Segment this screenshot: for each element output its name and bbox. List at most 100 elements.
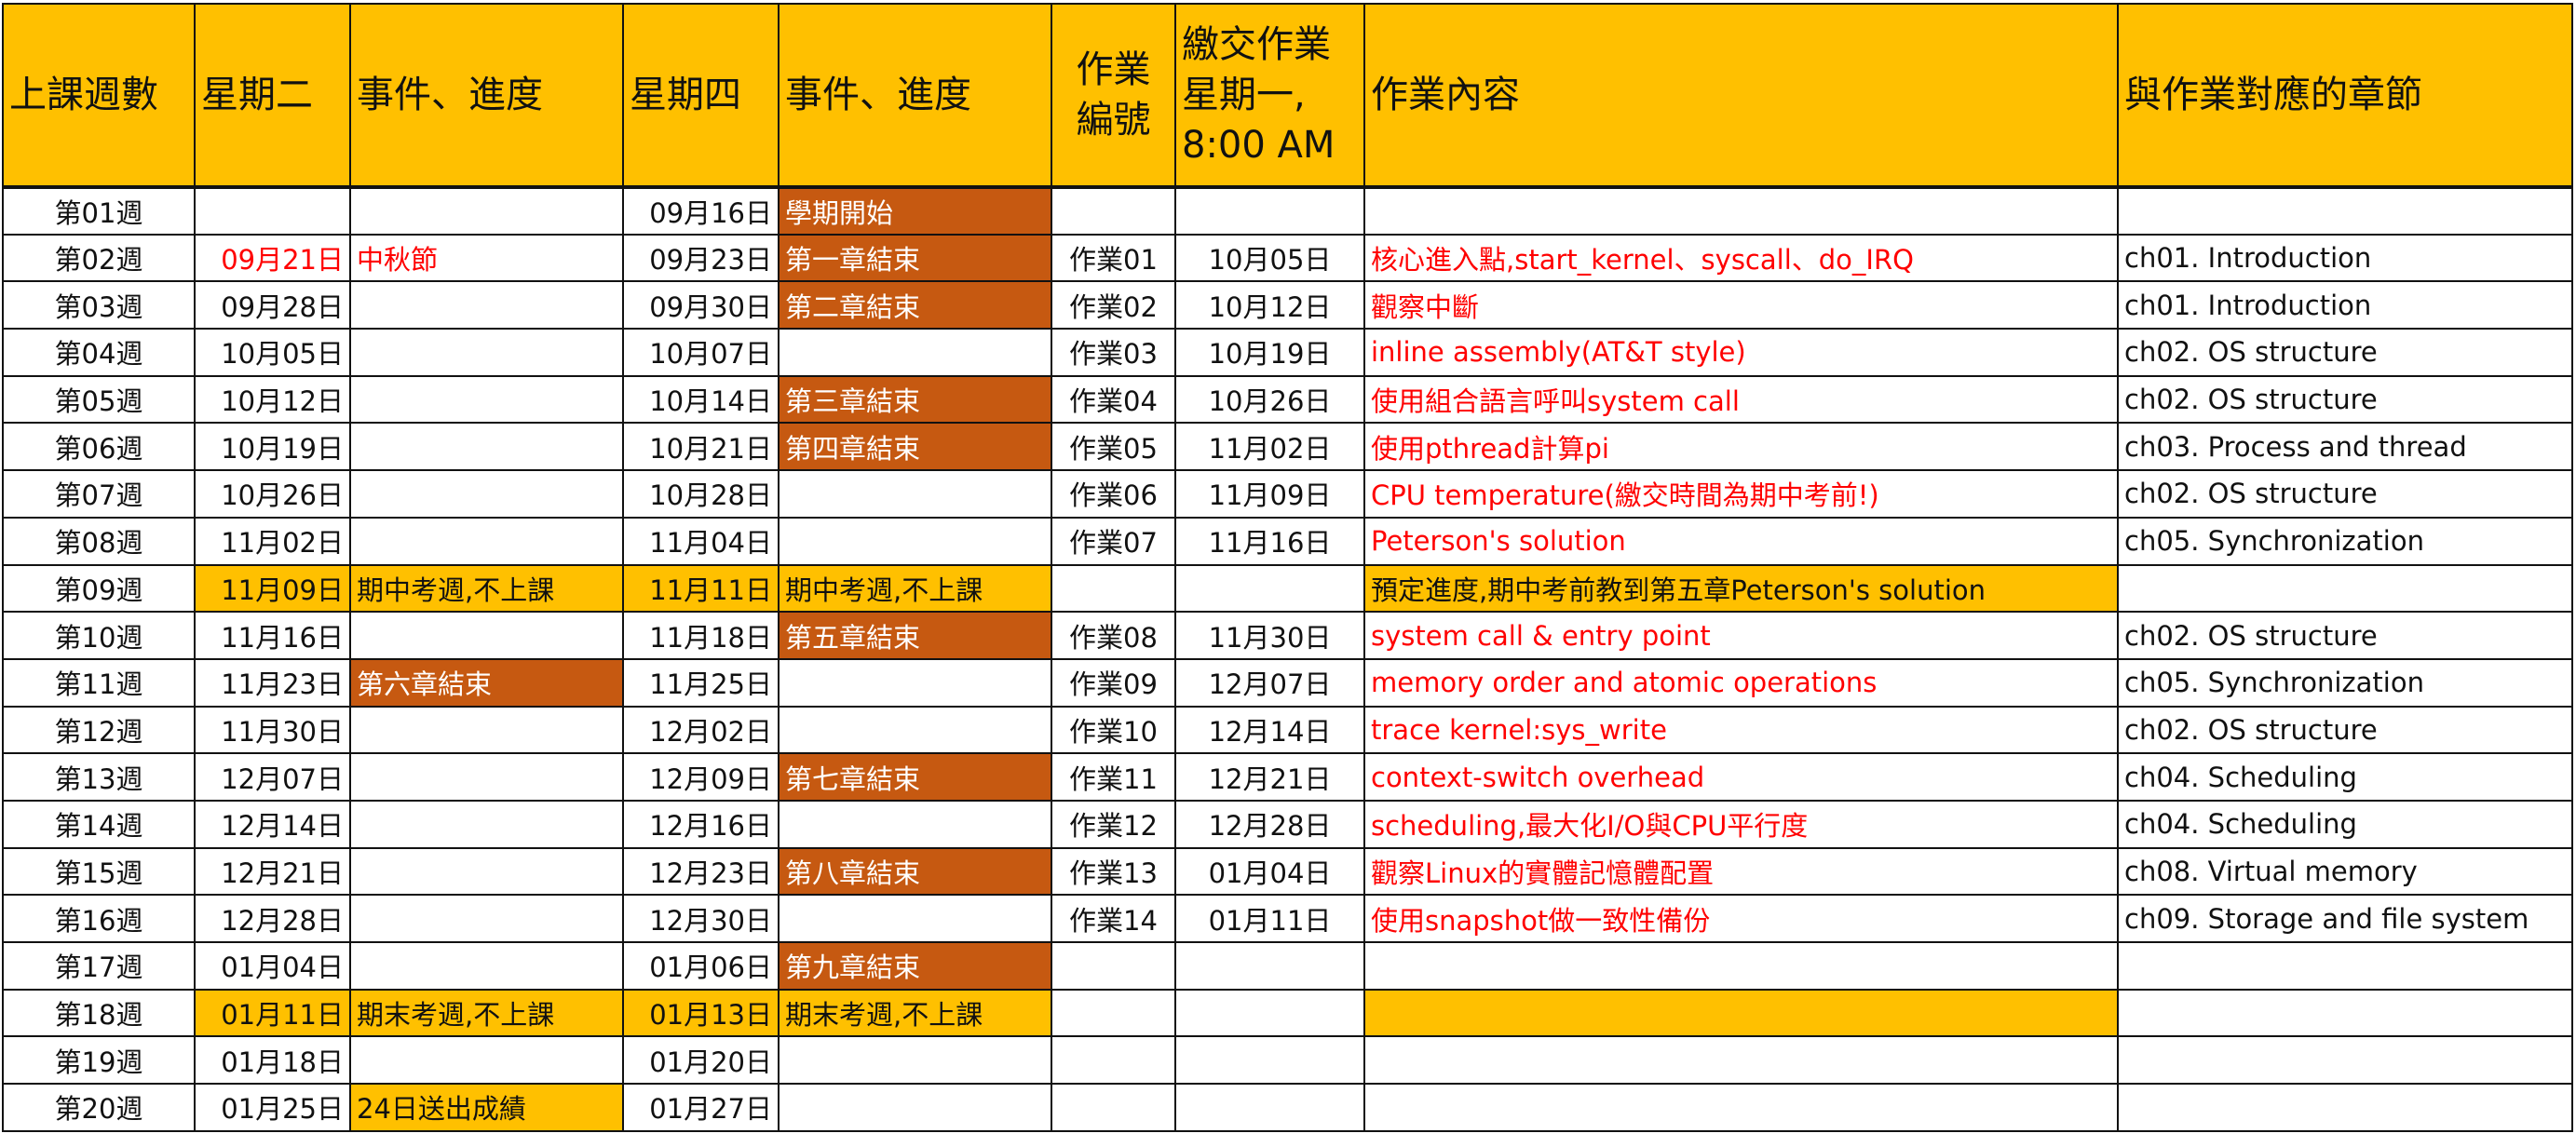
tuesday-date-cell: 11月09日 [194, 563, 351, 614]
tuesday-event-cell: 第六章結束 [349, 657, 624, 708]
chapter-cell: ch01. Introduction [2117, 233, 2573, 283]
tuesday-date-cell: 09月28日 [194, 280, 351, 331]
week-cell: 第05週 [2, 374, 196, 425]
homework-number-cell [1051, 1035, 1176, 1086]
thursday-date-cell: 10月21日 [622, 422, 780, 472]
homework-number-cell: 作業04 [1051, 374, 1176, 425]
chapter-cell [2117, 1083, 2573, 1132]
thursday-event-cell: 學期開始 [778, 186, 1052, 236]
week-cell: 第13週 [2, 752, 196, 802]
homework-number-cell: 作業02 [1051, 280, 1176, 331]
thursday-event-cell: 第三章結束 [778, 374, 1052, 425]
thursday-date-cell: 11月18日 [622, 611, 780, 660]
due-date-cell [1174, 1083, 1365, 1132]
schedule-row: 第20週 01月25日 24日送出成績 01月27日 [2, 1083, 2573, 1132]
homework-number-cell: 作業09 [1051, 657, 1176, 708]
week-cell: 第03週 [2, 280, 196, 331]
thursday-event-cell: 第四章結束 [778, 422, 1052, 472]
header-due-date: 繳交作業 星期一, 8:00 AM [1174, 3, 1365, 189]
thursday-event-cell: 第七章結束 [778, 752, 1052, 802]
homework-number-cell: 作業05 [1051, 422, 1176, 472]
header-row: 上課週數 星期二 事件、進度 星期四 事件、進度 作業 編號 繳交作業 星期一,… [2, 3, 2573, 189]
schedule-row: 第13週 12月07日 12月09日 第七章結束 作業11 12月21日 context-s… [2, 752, 2573, 802]
tuesday-date-cell: 10月12日 [194, 374, 351, 425]
thursday-event-cell: 第五章結束 [778, 611, 1052, 660]
homework-number-cell [1051, 941, 1176, 991]
homework-number-cell [1051, 563, 1176, 614]
tuesday-date-cell: 12月07日 [194, 752, 351, 802]
homework-number-cell: 作業08 [1051, 611, 1176, 660]
week-cell: 第16週 [2, 894, 196, 943]
due-date-cell: 12月28日 [1174, 799, 1365, 849]
thursday-date-cell: 10月07日 [622, 328, 780, 377]
week-cell: 第01週 [2, 186, 196, 236]
thursday-event-cell: 第一章結束 [778, 233, 1052, 283]
tuesday-date-cell: 10月19日 [194, 422, 351, 472]
thursday-event-cell [778, 705, 1052, 755]
due-date-cell [1174, 186, 1365, 236]
schedule-row: 第09週 11月09日 期中考週,不上課 11月11日 期中考週,不上課 預定進度,期中考… [2, 563, 2573, 614]
thursday-date-cell: 11月11日 [622, 563, 780, 614]
thursday-date-cell: 11月25日 [622, 657, 780, 708]
chapter-cell [2117, 941, 2573, 991]
header-thursday: 星期四 [622, 3, 780, 189]
week-cell: 第10週 [2, 611, 196, 660]
chapter-cell [2117, 1035, 2573, 1086]
homework-content-cell: trace kernel:sys_write [1363, 705, 2119, 755]
thursday-event-cell: 第八章結束 [778, 846, 1052, 897]
tuesday-date-cell: 01月11日 [194, 988, 351, 1038]
schedule-row: 第10週 11月16日 11月18日 第五章結束 作業08 11月30日 system ca… [2, 611, 2573, 660]
schedule-row: 第04週 10月05日 10月07日 作業03 10月19日 inline assembl… [2, 328, 2573, 377]
schedule-row: 第14週 12月14日 12月16日 作業12 12月28日 scheduling,最大化… [2, 799, 2573, 849]
thursday-event-cell [778, 657, 1052, 708]
thursday-date-cell: 10月14日 [622, 374, 780, 425]
due-date-cell [1174, 563, 1365, 614]
due-date-cell: 11月02日 [1174, 422, 1365, 472]
homework-content-cell [1363, 186, 2119, 236]
thursday-date-cell: 01月13日 [622, 988, 780, 1038]
thursday-date-cell: 09月16日 [622, 186, 780, 236]
due-date-cell: 10月19日 [1174, 328, 1365, 377]
header-due-line1: 繳交作業 [1182, 23, 1331, 66]
thursday-date-cell: 11月04日 [622, 516, 780, 566]
chapter-cell: ch05. Synchronization [2117, 657, 2573, 708]
week-cell: 第20週 [2, 1083, 196, 1132]
due-date-cell [1174, 1035, 1365, 1086]
chapter-cell: ch02. OS structure [2117, 705, 2573, 755]
chapter-cell: ch03. Process and thread [2117, 422, 2573, 472]
tuesday-date-cell: 01月18日 [194, 1035, 351, 1086]
tuesday-event-cell: 期末考週,不上課 [349, 988, 624, 1038]
schedule-row: 第16週 12月28日 12月30日 作業14 01月11日 使用snapshot做一致性… [2, 894, 2573, 943]
chapter-cell: ch09. Storage and file system [2117, 894, 2573, 943]
thursday-event-cell: 期中考週,不上課 [778, 563, 1052, 614]
week-cell: 第08週 [2, 516, 196, 566]
homework-number-cell: 作業07 [1051, 516, 1176, 566]
homework-content-cell: 觀察中斷 [1363, 280, 2119, 331]
header-event-thursday: 事件、進度 [778, 3, 1052, 189]
tuesday-date-cell: 01月25日 [194, 1083, 351, 1132]
homework-content-cell: context-switch overhead [1363, 752, 2119, 802]
week-cell: 第09週 [2, 563, 196, 614]
week-cell: 第06週 [2, 422, 196, 472]
chapter-cell: ch02. OS structure [2117, 374, 2573, 425]
due-date-cell: 12月21日 [1174, 752, 1365, 802]
tuesday-event-cell [349, 941, 624, 991]
tuesday-date-cell: 11月30日 [194, 705, 351, 755]
due-date-cell: 11月16日 [1174, 516, 1365, 566]
chapter-cell: ch01. Introduction [2117, 280, 2573, 331]
homework-number-cell: 作業13 [1051, 846, 1176, 897]
thursday-date-cell: 12月02日 [622, 705, 780, 755]
thursday-event-cell [778, 516, 1052, 566]
homework-number-cell [1051, 186, 1176, 236]
tuesday-event-cell [349, 611, 624, 660]
homework-content-cell: 預定進度,期中考前教到第五章Peterson's solution [1363, 563, 2119, 614]
schedule-row: 第08週 11月02日 11月04日 作業07 11月16日 Peterson's sol… [2, 516, 2573, 566]
tuesday-date-cell: 12月28日 [194, 894, 351, 943]
due-date-cell [1174, 941, 1365, 991]
thursday-date-cell: 09月23日 [622, 233, 780, 283]
chapter-cell: ch08. Virtual memory [2117, 846, 2573, 897]
header-homework-number-line1: 作業 [1076, 48, 1151, 91]
thursday-event-cell [778, 1035, 1052, 1086]
homework-content-cell: system call & entry point [1363, 611, 2119, 660]
schedule-row: 第15週 12月21日 12月23日 第八章結束 作業13 01月04日 觀察Linux的實… [2, 846, 2573, 897]
